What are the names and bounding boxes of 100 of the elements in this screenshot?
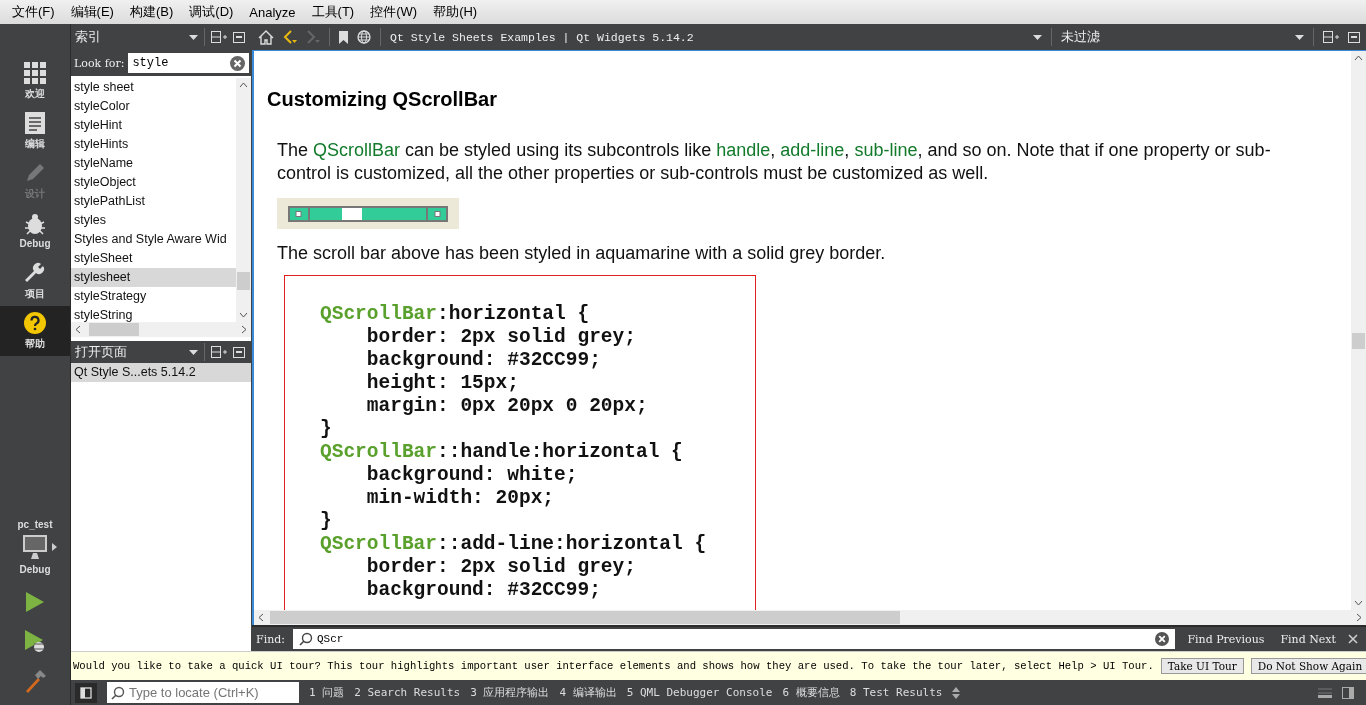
index-item[interactable]: styleObject <box>71 173 236 192</box>
mode-button[interactable]: Debug <box>0 206 70 256</box>
split-icon[interactable] <box>211 346 227 358</box>
hammer-icon[interactable] <box>23 669 47 693</box>
scroll-left-icon[interactable] <box>75 325 81 334</box>
horizontal-scrollbar[interactable] <box>71 322 251 337</box>
index-item[interactable]: Styles and Style Aware Wid <box>71 230 236 249</box>
tour-button[interactable]: Take UI Tour <box>1160 658 1244 674</box>
clear-icon[interactable] <box>1155 632 1170 646</box>
index-item[interactable]: stylesheet <box>71 268 236 287</box>
output-pane-button[interactable]: 3 应用程序输出 <box>470 685 550 700</box>
mode-button[interactable]: 欢迎 <box>0 56 70 106</box>
scroll-up-icon[interactable] <box>239 82 248 88</box>
index-item[interactable]: styleName <box>71 154 236 173</box>
scroll-down-icon[interactable] <box>1354 600 1363 606</box>
scroll-up-icon[interactable] <box>1354 55 1363 61</box>
scroll-thumb[interactable] <box>237 272 250 290</box>
vertical-scrollbar[interactable] <box>236 78 251 322</box>
close-panel-icon[interactable] <box>233 31 245 43</box>
menu-item[interactable]: 帮助(H) <box>425 3 486 21</box>
link[interactable]: QScrollBar <box>313 140 401 160</box>
output-pane-button[interactable]: 4 编译输出 <box>559 685 617 700</box>
progress-icon[interactable] <box>1318 687 1332 698</box>
index-item[interactable]: styleColor <box>71 97 236 116</box>
code-line: QScrollBar::add-line:horizontal { <box>320 533 708 556</box>
output-pane-button[interactable]: 8 Test Results <box>849 686 943 699</box>
close-panel-icon[interactable] <box>1348 31 1360 43</box>
find-previous-button[interactable]: Find Previous <box>1183 632 1269 646</box>
menu-item[interactable]: 调试(D) <box>181 3 242 21</box>
menu-item[interactable]: 构建(B) <box>121 3 182 21</box>
find-next-button[interactable]: Find Next <box>1276 632 1340 646</box>
expand-arrow-icon[interactable] <box>51 543 57 551</box>
mode-button[interactable]: 编辑 <box>0 106 70 156</box>
index-item[interactable]: styleHints <box>71 135 236 154</box>
bookmark-icon[interactable] <box>339 30 348 44</box>
index-item[interactable]: styleStrategy <box>71 287 236 306</box>
back-icon[interactable] <box>283 30 297 44</box>
menu-item[interactable]: 控件(W) <box>362 3 426 21</box>
index-item[interactable]: styles <box>71 211 236 230</box>
dropdown-arrow-icon[interactable] <box>189 349 198 355</box>
mode-button[interactable]: 项目 <box>0 256 70 306</box>
dropdown-arrow-icon[interactable] <box>1295 34 1304 40</box>
close-icon[interactable] <box>1348 634 1358 644</box>
output-pane-button[interactable]: 6 概要信息 <box>782 685 840 700</box>
search-icon <box>299 632 313 646</box>
locate-field[interactable]: Type to locate (Ctrl+K) <box>107 682 299 703</box>
scroll-thumb[interactable] <box>1352 333 1365 349</box>
vertical-scrollbar[interactable] <box>1351 51 1366 610</box>
output-pane-button[interactable]: 5 QML Debugger Console <box>626 686 773 699</box>
tour-button[interactable]: Do Not Show Again <box>1250 658 1366 674</box>
search-icon <box>111 685 125 700</box>
dropdown-arrow-icon[interactable] <box>189 34 198 40</box>
scroll-right-icon[interactable] <box>241 325 247 334</box>
index-item[interactable]: styleString <box>71 306 236 322</box>
code-line: border: 2px solid grey; <box>365 556 637 579</box>
scroll-right-icon[interactable] <box>1356 613 1362 622</box>
run-icon[interactable] <box>25 591 45 613</box>
output-pane-button[interactable]: 1 问题 <box>309 685 345 700</box>
link[interactable]: add-line <box>780 140 845 160</box>
menu-item[interactable]: 工具(T) <box>303 3 363 21</box>
find-label: Find: <box>256 632 285 646</box>
link[interactable]: handle <box>716 140 771 160</box>
scroll-thumb[interactable] <box>270 611 900 624</box>
split-icon[interactable] <box>211 31 227 43</box>
scroll-left-icon[interactable] <box>258 613 264 622</box>
index-item[interactable]: style sheet <box>71 78 236 97</box>
menu-item[interactable]: 编辑(E) <box>62 3 122 21</box>
link[interactable]: sub-line <box>854 140 918 160</box>
debug-run-icon[interactable] <box>24 629 46 653</box>
sidebar-toggle-icon[interactable] <box>75 682 97 703</box>
dropdown-arrow-icon[interactable] <box>1033 34 1042 40</box>
up-down-arrows-icon[interactable] <box>952 686 961 699</box>
caption: The scroll bar above has been styled in aquamarine with a solid grey border. <box>277 242 887 265</box>
monitor-icon[interactable] <box>21 534 48 560</box>
scroll-down-icon[interactable] <box>239 312 248 318</box>
globe-icon[interactable] <box>357 30 371 44</box>
home-icon[interactable] <box>258 29 274 45</box>
find-field[interactable]: QScr <box>293 629 1176 649</box>
mode-button[interactable]: 帮助 <box>0 306 70 356</box>
split-icon[interactable] <box>1323 31 1339 43</box>
page-title-dropdown[interactable]: Qt Style Sheets Examples | Qt Widgets 5.14.2 <box>390 30 1024 44</box>
code-line: } <box>320 418 333 441</box>
horizontal-scrollbar[interactable] <box>254 610 1366 625</box>
index-item[interactable]: stylePathList <box>71 192 236 211</box>
open-page-item[interactable]: Qt Style S...ets 5.14.2 <box>71 363 251 382</box>
help-icon <box>24 311 46 334</box>
filter-dropdown[interactable]: 未过滤 <box>1061 28 1286 46</box>
menu-item[interactable]: Analyze <box>241 4 304 20</box>
scroll-thumb[interactable] <box>89 323 139 336</box>
output-toggle-icon[interactable] <box>1342 686 1354 699</box>
index-item[interactable]: styleHint <box>71 116 236 135</box>
index-item[interactable]: styleSheet <box>71 249 236 268</box>
search-field[interactable]: style <box>128 53 249 73</box>
close-panel-icon[interactable] <box>233 346 245 358</box>
output-pane-button[interactable]: 2 Search Results <box>354 686 461 699</box>
clear-icon[interactable] <box>230 55 245 71</box>
code-line: QScrollBar:horizontal { <box>320 303 591 326</box>
bug-icon <box>24 213 46 235</box>
code-line: QScrollBar::handle:horizontal { <box>320 441 684 464</box>
menu-item[interactable]: 文件(F) <box>4 3 63 21</box>
